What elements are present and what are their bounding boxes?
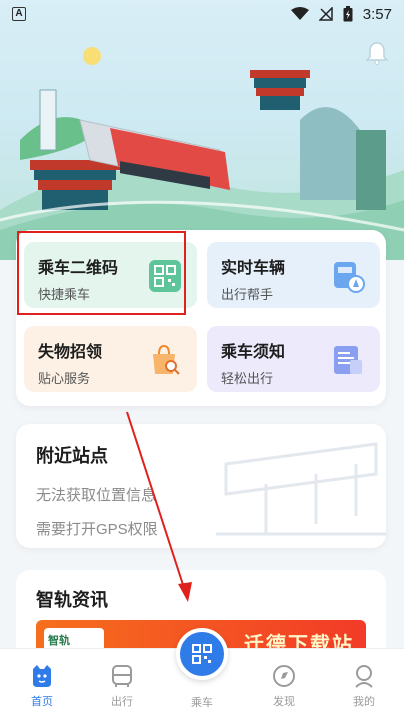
realtime-vehicle-tile[interactable]: 实时车辆 出行帮手 (207, 242, 380, 308)
wifi-icon (290, 7, 309, 20)
bus-icon (112, 665, 132, 687)
ride-qr-button[interactable] (176, 628, 228, 680)
notice-document-icon (334, 346, 362, 374)
station-illustration (216, 442, 386, 536)
no-signal-icon (318, 7, 333, 21)
nearby-title: 附近站点 (36, 446, 108, 466)
location-unavailable-text: 无法获取位置信息 (36, 487, 157, 504)
status-bar: A 3:57 (0, 0, 404, 28)
notification-bell-icon[interactable] (364, 40, 390, 66)
profile-icon (355, 665, 373, 688)
tab-home[interactable]: 首页 (12, 663, 72, 709)
tab-label: 出行 (111, 696, 133, 708)
ride-qr-code-tile[interactable]: 乘车二维码 快捷乘车 (24, 242, 197, 308)
home-cat-icon (33, 665, 51, 687)
services-card: 乘车二维码 快捷乘车 实时车辆 出行帮手 失物招领 贴心服务 乘车须知 轻松出行 (16, 230, 386, 406)
lost-found-bag-icon (153, 344, 180, 375)
compass-icon (273, 665, 295, 687)
tab-ride-label[interactable]: 乘车 (182, 694, 222, 710)
battery-charging-icon (343, 6, 353, 22)
news-title: 智轨资讯 (36, 590, 108, 610)
gps-permission-text: 需要打开GPS权限 (36, 521, 158, 538)
tab-discover[interactable]: 发现 (254, 663, 314, 709)
city-tram-illustration (0, 47, 404, 260)
nearby-stations-card[interactable]: 附近站点 无法获取位置信息 需要打开GPS权限 (16, 424, 386, 548)
tab-label: 我的 (353, 696, 375, 708)
lost-and-found-tile[interactable]: 失物招领 贴心服务 (24, 326, 197, 392)
realtime-bus-icon (334, 262, 365, 293)
tab-label: 首页 (31, 696, 53, 708)
qr-scan-icon (192, 644, 212, 664)
notification-a-icon: A (12, 7, 26, 21)
tab-mine[interactable]: 我的 (334, 663, 394, 709)
tab-label: 发现 (273, 696, 295, 708)
ride-notice-tile[interactable]: 乘车须知 轻松出行 (207, 326, 380, 392)
status-time: 3:57 (362, 5, 392, 23)
tab-trip[interactable]: 出行 (92, 663, 152, 709)
hero-banner (0, 0, 404, 260)
qr-code-icon (149, 260, 181, 292)
